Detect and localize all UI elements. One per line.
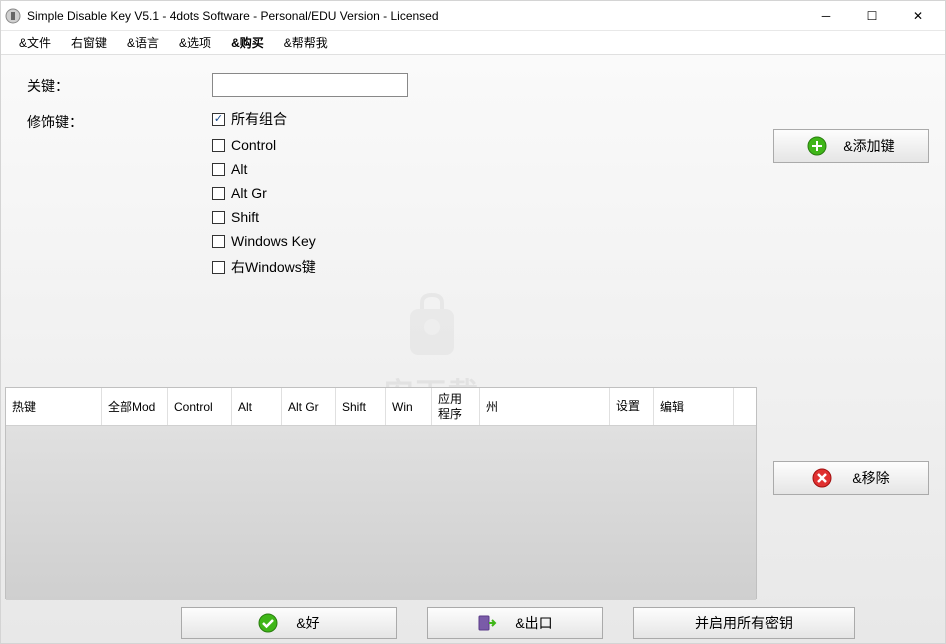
remove-button-label: &移除	[852, 468, 889, 488]
checkbox-control[interactable]: Control	[212, 137, 316, 153]
checkbox-icon	[212, 139, 225, 152]
menu-rightwin[interactable]: 右窗键	[61, 31, 117, 54]
key-label: 关键：	[27, 73, 212, 97]
th-app[interactable]: 应用程序	[432, 388, 480, 425]
remove-button[interactable]: &移除	[773, 461, 929, 495]
checkbox-rightwin[interactable]: 右Windows键	[212, 257, 316, 277]
bag-icon	[392, 285, 472, 365]
th-alt[interactable]: Alt	[232, 388, 282, 425]
enable-all-label: 并启用所有密钥	[695, 613, 793, 633]
close-button[interactable]: ✕	[895, 1, 941, 31]
ok-button[interactable]: &好	[181, 607, 397, 639]
th-allmod[interactable]: 全部Mod	[102, 388, 168, 425]
maximize-button[interactable]: ☐	[849, 1, 895, 31]
exit-button[interactable]: &出口	[427, 607, 603, 639]
menu-bar: &文件 右窗键 &语言 &选项 &购买 &帮帮我	[1, 31, 945, 55]
remove-icon	[812, 468, 832, 488]
checkbox-icon	[212, 113, 225, 126]
checkbox-icon	[212, 211, 225, 224]
menu-buy[interactable]: &购买	[221, 31, 274, 54]
check-icon	[258, 613, 278, 633]
checkbox-shift[interactable]: Shift	[212, 209, 316, 225]
minimize-button[interactable]: ─	[803, 1, 849, 31]
modifier-list: 所有组合 Control Alt Alt Gr Shift Windows Ke…	[212, 109, 316, 277]
checkbox-altgr[interactable]: Alt Gr	[212, 185, 316, 201]
th-altgr[interactable]: Alt Gr	[282, 388, 336, 425]
add-key-button[interactable]: &添加键	[773, 129, 929, 163]
modifier-label: 修饰键：	[27, 109, 212, 277]
checkbox-label: Alt Gr	[231, 185, 267, 201]
exit-icon	[477, 613, 497, 633]
checkbox-winkey[interactable]: Windows Key	[212, 233, 316, 249]
bottom-buttons: &好 &出口 并启用所有密钥	[1, 607, 945, 639]
checkbox-all-combos[interactable]: 所有组合	[212, 109, 316, 129]
table-header: 热键 全部Mod Control Alt Alt Gr Shift Win 应用…	[6, 388, 756, 426]
checkbox-label: 所有组合	[231, 109, 287, 129]
checkbox-alt[interactable]: Alt	[212, 161, 316, 177]
checkbox-icon	[212, 235, 225, 248]
checkbox-label: Windows Key	[231, 233, 316, 249]
checkbox-label: Shift	[231, 209, 259, 225]
th-state[interactable]: 州	[480, 388, 610, 425]
menu-help[interactable]: &帮帮我	[274, 31, 338, 54]
key-input[interactable]	[212, 73, 408, 97]
window-title: Simple Disable Key V5.1 - 4dots Software…	[27, 9, 803, 23]
menu-file[interactable]: &文件	[9, 31, 61, 54]
title-bar: Simple Disable Key V5.1 - 4dots Software…	[1, 1, 945, 31]
th-settings[interactable]: 设置	[610, 388, 654, 425]
checkbox-label: Alt	[231, 161, 247, 177]
checkbox-icon	[212, 261, 225, 274]
app-icon	[5, 8, 21, 24]
ok-button-label: &好	[296, 613, 319, 633]
exit-button-label: &出口	[515, 613, 552, 633]
content-area: 关键： 修饰键： 所有组合 Control Alt Alt Gr	[1, 55, 945, 643]
window-controls: ─ ☐ ✕	[803, 1, 941, 31]
checkbox-label: 右Windows键	[231, 257, 316, 277]
add-button-label: &添加键	[843, 136, 894, 156]
th-shift[interactable]: Shift	[336, 388, 386, 425]
th-edit[interactable]: 编辑	[654, 388, 734, 425]
key-row: 关键：	[1, 73, 945, 97]
table-body	[6, 426, 756, 600]
checkbox-icon	[212, 187, 225, 200]
plus-icon	[807, 136, 827, 156]
menu-options[interactable]: &选项	[169, 31, 221, 54]
keys-table: 热键 全部Mod Control Alt Alt Gr Shift Win 应用…	[5, 387, 757, 599]
checkbox-icon	[212, 163, 225, 176]
menu-language[interactable]: &语言	[117, 31, 169, 54]
checkbox-label: Control	[231, 137, 276, 153]
th-control[interactable]: Control	[168, 388, 232, 425]
th-win[interactable]: Win	[386, 388, 432, 425]
th-hotkey[interactable]: 热键	[6, 388, 102, 425]
enable-all-button[interactable]: 并启用所有密钥	[633, 607, 855, 639]
